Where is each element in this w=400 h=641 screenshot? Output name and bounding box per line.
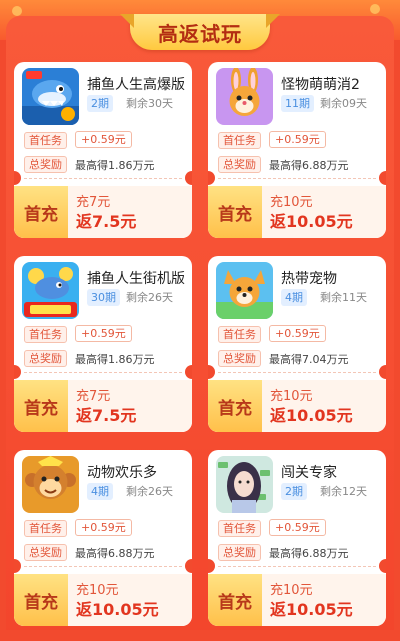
ticket-notch bbox=[379, 171, 386, 185]
rebate-amount: 返10.05元 bbox=[270, 406, 353, 425]
section-title: 高返试玩 bbox=[130, 14, 270, 50]
first-task-label: 首任务 bbox=[24, 326, 67, 343]
max-reward: 最高得6.88万元 bbox=[269, 159, 349, 172]
first-charge-badge: 首充 bbox=[14, 574, 68, 626]
bunny-game-icon bbox=[216, 68, 273, 125]
ticket-notch bbox=[208, 171, 215, 185]
dashed-divider bbox=[218, 178, 376, 179]
first-task-reward: +0.59元 bbox=[269, 519, 326, 536]
game-name: 热带宠物 bbox=[281, 271, 337, 287]
rebate-amount: 返10.05元 bbox=[76, 600, 159, 619]
game-card[interactable]: 热带宠物 4期 剩余11天 首任务 +0.59元 总奖励 最高得7.04万元 首… bbox=[208, 256, 386, 432]
lady-game-icon bbox=[216, 456, 273, 513]
period-badge: 4期 bbox=[281, 289, 307, 306]
game-card[interactable]: 捕鱼人生街机版 30期 剩余26天 首任务 +0.59元 总奖励 最高得1.86… bbox=[14, 256, 192, 432]
period-badge: 30期 bbox=[87, 289, 120, 306]
arcade-fish-game-icon bbox=[22, 262, 79, 319]
first-task-label: 首任务 bbox=[24, 520, 67, 537]
remaining-days: 剩余12天 bbox=[320, 485, 367, 498]
remaining-days: 剩余30天 bbox=[126, 97, 173, 110]
first-task-reward: +0.59元 bbox=[75, 131, 132, 148]
first-task-label: 首任务 bbox=[24, 132, 67, 149]
period-badge: 11期 bbox=[281, 95, 314, 112]
dashed-divider bbox=[218, 566, 376, 567]
first-task-reward: +0.59元 bbox=[269, 325, 326, 342]
fox-game-icon bbox=[216, 262, 273, 319]
first-task-label: 首任务 bbox=[218, 132, 261, 149]
rebate-amount: 返7.5元 bbox=[76, 406, 137, 425]
first-charge-badge: 首充 bbox=[208, 186, 262, 238]
total-reward-label: 总奖励 bbox=[218, 350, 261, 367]
first-task-label: 首任务 bbox=[218, 326, 261, 343]
max-reward: 最高得1.86万元 bbox=[75, 159, 155, 172]
rebate-amount: 返10.05元 bbox=[270, 600, 353, 619]
first-task-reward: +0.59元 bbox=[269, 131, 326, 148]
period-badge: 2期 bbox=[87, 95, 113, 112]
ticket-notch bbox=[185, 171, 192, 185]
dashed-divider bbox=[24, 566, 182, 567]
period-badge: 4期 bbox=[87, 483, 113, 500]
rebate-amount: 返10.05元 bbox=[270, 212, 353, 231]
first-task-label: 首任务 bbox=[218, 520, 261, 537]
ticket-notch bbox=[379, 365, 386, 379]
shark-game-icon bbox=[22, 68, 79, 125]
period-badge: 2期 bbox=[281, 483, 307, 500]
total-reward-label: 总奖励 bbox=[24, 156, 67, 173]
remaining-days: 剩余09天 bbox=[320, 97, 367, 110]
first-charge-badge: 首充 bbox=[14, 186, 68, 238]
ticket-notch bbox=[379, 559, 386, 573]
game-card[interactable]: 动物欢乐多 4期 剩余26天 首任务 +0.59元 总奖励 最高得6.88万元 … bbox=[14, 450, 192, 626]
first-task-reward: +0.59元 bbox=[75, 325, 132, 342]
total-reward-label: 总奖励 bbox=[24, 350, 67, 367]
ticket-notch bbox=[14, 171, 21, 185]
first-charge-badge: 首充 bbox=[14, 380, 68, 432]
dashed-divider bbox=[24, 178, 182, 179]
ticket-notch bbox=[14, 365, 21, 379]
remaining-days: 剩余11天 bbox=[320, 291, 367, 304]
game-name: 怪物萌萌消2 bbox=[281, 77, 360, 93]
game-card[interactable]: 捕鱼人生高爆版 2期 剩余30天 首任务 +0.59元 总奖励 最高得1.86万… bbox=[14, 62, 192, 238]
ticket-notch bbox=[185, 365, 192, 379]
game-card[interactable]: 怪物萌萌消2 11期 剩余09天 首任务 +0.59元 总奖励 最高得6.88万… bbox=[208, 62, 386, 238]
game-name: 闯关专家 bbox=[281, 465, 337, 481]
first-charge-badge: 首充 bbox=[208, 574, 262, 626]
max-reward: 最高得6.88万元 bbox=[269, 547, 349, 560]
panel-bottom bbox=[6, 630, 394, 641]
ticket-notch bbox=[208, 559, 215, 573]
total-reward-label: 总奖励 bbox=[24, 544, 67, 561]
game-name: 动物欢乐多 bbox=[87, 465, 157, 481]
game-card[interactable]: 闯关专家 2期 剩余12天 首任务 +0.59元 总奖励 最高得6.88万元 首… bbox=[208, 450, 386, 626]
game-name: 捕鱼人生高爆版 bbox=[87, 77, 185, 93]
dashed-divider bbox=[24, 372, 182, 373]
rebate-amount: 返7.5元 bbox=[76, 212, 137, 231]
dashed-divider bbox=[218, 372, 376, 373]
total-reward-label: 总奖励 bbox=[218, 544, 261, 561]
ticket-notch bbox=[208, 365, 215, 379]
max-reward: 最高得7.04万元 bbox=[269, 353, 349, 366]
first-charge-badge: 首充 bbox=[208, 380, 262, 432]
first-task-reward: +0.59元 bbox=[75, 519, 132, 536]
max-reward: 最高得6.88万元 bbox=[75, 547, 155, 560]
max-reward: 最高得1.86万元 bbox=[75, 353, 155, 366]
remaining-days: 剩余26天 bbox=[126, 291, 173, 304]
sparkle-decoration bbox=[12, 6, 22, 16]
ticket-notch bbox=[185, 559, 192, 573]
ticket-notch bbox=[14, 559, 21, 573]
game-name: 捕鱼人生街机版 bbox=[87, 271, 185, 287]
sparkle-decoration bbox=[370, 4, 380, 14]
total-reward-label: 总奖励 bbox=[218, 156, 261, 173]
monkey-game-icon bbox=[22, 456, 79, 513]
remaining-days: 剩余26天 bbox=[126, 485, 173, 498]
